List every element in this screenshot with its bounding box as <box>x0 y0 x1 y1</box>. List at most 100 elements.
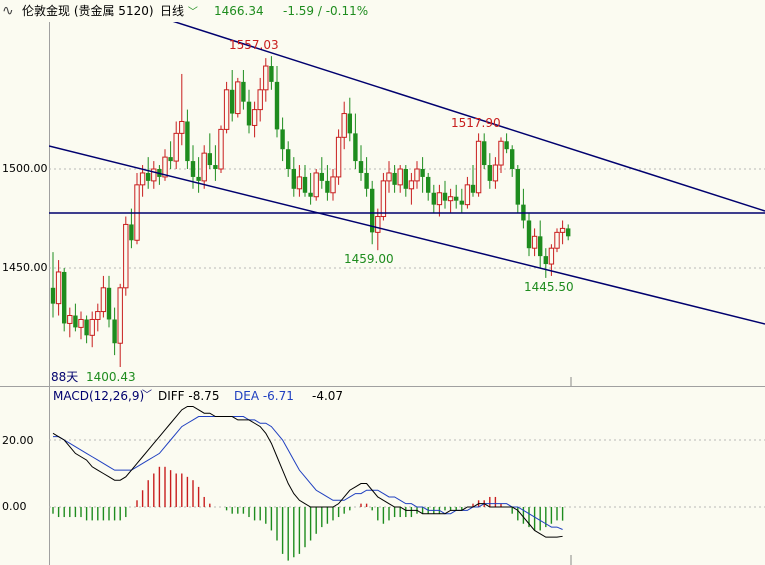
candle-body <box>55 271 62 305</box>
candle-body <box>241 81 246 102</box>
macd-dea: DEA -6.71 <box>234 389 294 403</box>
candle-body <box>459 200 464 205</box>
candle-body <box>341 113 347 138</box>
label-mid-high: 1517.90 <box>451 116 501 130</box>
candle-body <box>492 164 499 182</box>
candle-body <box>566 228 571 237</box>
period-label: 日线 <box>160 4 185 18</box>
candle-body <box>117 287 123 344</box>
candle-body <box>50 287 56 304</box>
candle-body <box>78 318 84 328</box>
price-change: -1.59 / -0.11% <box>283 4 369 18</box>
label-recent-low: 1445.50 <box>524 280 574 294</box>
label-high: 1557.03 <box>229 38 279 52</box>
candle-body <box>313 172 319 198</box>
candle-body <box>100 287 107 313</box>
candle-body <box>62 271 67 324</box>
candle-body <box>230 89 235 114</box>
candle-body <box>464 184 471 206</box>
candle-body <box>414 168 420 182</box>
candle-body <box>129 224 134 241</box>
candlestick-chart[interactable]: 1557.03 1517.90 1459.00 1445.50 1400.43 88天 <box>49 22 765 386</box>
macd-label[interactable]: MACD(12,26,9) <box>53 387 144 405</box>
candle-body <box>151 168 157 182</box>
candle-body <box>201 152 207 182</box>
candle-body <box>168 157 173 162</box>
candle-body <box>84 319 89 336</box>
candle-body <box>179 120 185 134</box>
candle-body <box>325 180 330 193</box>
chart-icon: ∿ <box>2 3 14 19</box>
candle-body <box>330 176 336 194</box>
candle-body <box>213 165 218 169</box>
candle-body <box>380 180 387 218</box>
diff-line <box>52 406 563 538</box>
candle-body <box>207 153 212 166</box>
macd-tick-0: 0.00 <box>2 500 27 513</box>
symbol-title[interactable]: 伦敦金现 (贵金属 5120) <box>22 0 154 22</box>
candle-body <box>386 172 392 182</box>
candle-body <box>538 236 543 257</box>
price-tick-1450: 1450.00 <box>2 261 48 274</box>
candle-body <box>251 109 258 126</box>
candle-body <box>475 140 482 194</box>
candle-body <box>408 180 415 190</box>
candle-body <box>347 113 352 134</box>
candle-body <box>436 192 443 206</box>
price-tick-1500: 1500.00 <box>2 162 48 175</box>
candle-body <box>403 169 408 189</box>
candle-body <box>246 101 252 126</box>
label-range-low: 1400.43 <box>86 370 136 384</box>
period-selector[interactable]: 日线 ﹀ <box>160 0 198 24</box>
candle-body <box>291 169 296 189</box>
candle-body <box>364 172 369 189</box>
candle-body <box>548 247 555 265</box>
candle-body <box>482 141 487 166</box>
candle-body <box>392 172 397 185</box>
candle-body <box>515 169 520 205</box>
candle-body <box>223 89 230 130</box>
candle-body <box>487 165 492 181</box>
candle-body <box>89 318 95 336</box>
candle-body <box>559 227 566 233</box>
candle-body <box>358 161 364 173</box>
candle-body <box>302 176 308 193</box>
macd-chart[interactable] <box>49 405 765 565</box>
candle-body <box>235 81 241 115</box>
candle-body <box>190 161 196 177</box>
candle-body <box>504 141 509 150</box>
candle-body <box>196 176 201 181</box>
candle-body <box>67 315 73 324</box>
candle-body <box>73 315 78 328</box>
candle-body <box>454 196 459 201</box>
candle-body <box>510 149 515 169</box>
candle-body <box>498 140 504 166</box>
candle-body <box>426 176 431 193</box>
candle-body <box>531 235 538 249</box>
candle-body <box>185 121 190 162</box>
candle-body <box>543 256 548 265</box>
candle-body <box>335 136 342 178</box>
candle-body <box>442 192 448 201</box>
candle-body <box>173 132 179 162</box>
candle-body <box>257 89 263 111</box>
candle-body <box>139 172 146 186</box>
candle-body <box>554 231 560 249</box>
candle-body <box>95 311 101 320</box>
candle-body <box>106 287 112 320</box>
chevron-down-icon: ﹀ <box>187 7 198 18</box>
candle-body <box>218 128 224 170</box>
candle-body <box>397 168 403 186</box>
candle-body <box>353 133 358 162</box>
candle-body <box>447 196 454 202</box>
candle-body <box>431 192 436 205</box>
label-mid-low: 1459.00 <box>344 252 394 266</box>
candle-body <box>112 319 117 344</box>
candle-body <box>319 172 324 181</box>
macd-tick-20: 20.00 <box>2 434 34 447</box>
candle-body <box>470 184 476 193</box>
candle-body <box>269 66 274 82</box>
candle-body <box>123 223 129 289</box>
candle-body <box>420 169 425 177</box>
candle-body <box>263 65 269 91</box>
